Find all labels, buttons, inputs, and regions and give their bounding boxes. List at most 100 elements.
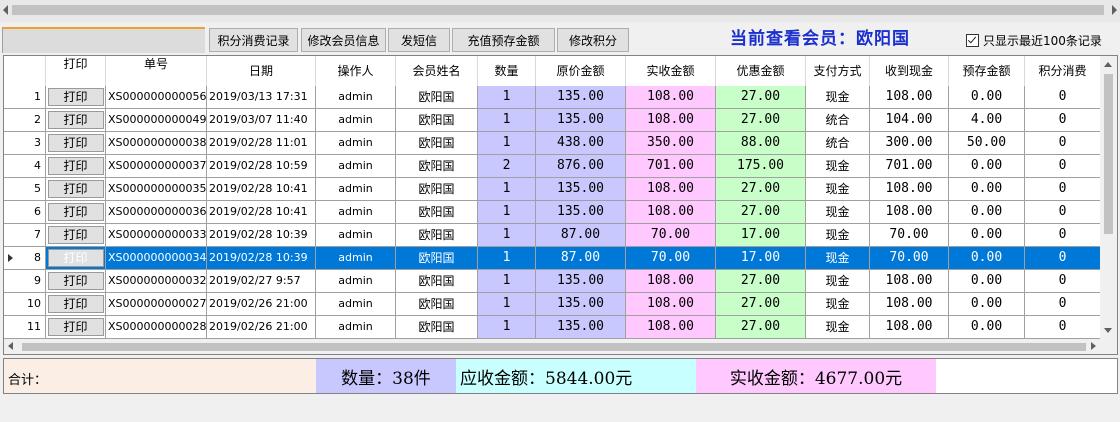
- member-name-cell[interactable]: 欧阳国: [396, 224, 478, 247]
- actual-amount-cell[interactable]: 108.00: [626, 178, 716, 201]
- actual-amount-cell[interactable]: 70.00: [626, 224, 716, 247]
- quantity-cell[interactable]: 1: [478, 270, 536, 293]
- member-name-cell[interactable]: 欧阳国: [396, 132, 478, 155]
- order-no-cell[interactable]: XS000000000049: [106, 109, 207, 132]
- date-cell[interactable]: 2019/02/28 10:39: [207, 224, 316, 247]
- order-no-cell[interactable]: XS000000000056: [106, 86, 207, 109]
- order-no-cell[interactable]: XS000000000036: [106, 201, 207, 224]
- scroll-left-arrow-icon[interactable]: [8, 342, 13, 350]
- points-consumption-cell[interactable]: 0: [1025, 132, 1101, 155]
- row-number[interactable]: 7: [4, 224, 46, 247]
- original-amount-cell[interactable]: 135.00: [536, 270, 626, 293]
- table-row[interactable]: 5 打印 XS000000000035 2019/02/28 10:41 admin 欧阳…: [4, 178, 1101, 201]
- prepaid-amount-cell[interactable]: 0.00: [949, 178, 1025, 201]
- print-button[interactable]: 打印: [47, 226, 104, 244]
- scroll-right-arrow-icon[interactable]: [1112, 5, 1117, 15]
- operator-cell[interactable]: admin: [316, 293, 396, 316]
- quantity-cell[interactable]: 1: [478, 293, 536, 316]
- discount-amount-cell[interactable]: 27.00: [716, 86, 806, 109]
- scroll-down-arrow-icon[interactable]: [1104, 328, 1112, 333]
- payment-method-cell[interactable]: 现金: [806, 293, 870, 316]
- date-cell[interactable]: 2019/02/28 10:59: [207, 155, 316, 178]
- member-name-cell[interactable]: 欧阳国: [396, 247, 478, 270]
- quantity-cell[interactable]: 1: [478, 178, 536, 201]
- order-no-cell[interactable]: XS000000000037: [106, 155, 207, 178]
- payment-method-cell[interactable]: 统合: [806, 132, 870, 155]
- payment-method-cell[interactable]: 现金: [806, 247, 870, 270]
- prepaid-amount-cell[interactable]: 0.00: [949, 316, 1025, 339]
- order-no-cell[interactable]: XS000000000033: [106, 224, 207, 247]
- points-consumption-cell[interactable]: 0: [1025, 224, 1101, 247]
- date-column-header[interactable]: 日期: [207, 56, 316, 86]
- row-number[interactable]: 2: [4, 109, 46, 132]
- order-no-cell[interactable]: XS000000000028: [106, 316, 207, 339]
- original-amount-cell[interactable]: 135.00: [536, 316, 626, 339]
- operator-cell[interactable]: admin: [316, 270, 396, 293]
- cash-received-cell[interactable]: 108.00: [870, 201, 949, 224]
- row-number[interactable]: 4: [4, 155, 46, 178]
- operator-cell[interactable]: admin: [316, 178, 396, 201]
- quantity-cell[interactable]: 1: [478, 201, 536, 224]
- print-button[interactable]: 打印: [47, 249, 104, 267]
- original-amount-cell[interactable]: 87.00: [536, 247, 626, 270]
- actual-amount-cell[interactable]: 701.00: [626, 155, 716, 178]
- discount-amount-cell[interactable]: 17.00: [716, 247, 806, 270]
- table-row[interactable]: 1 打印 XS000000000056 2019/03/13 17:31 admin 欧阳…: [4, 86, 1101, 109]
- date-cell[interactable]: 2019/02/26 21:00: [207, 316, 316, 339]
- original-amount-cell[interactable]: 135.00: [536, 86, 626, 109]
- prepaid-amount-column-header[interactable]: 预存金额: [949, 56, 1025, 86]
- date-cell[interactable]: 2019/02/26 21:00: [207, 293, 316, 316]
- member-name-cell[interactable]: 欧阳国: [396, 316, 478, 339]
- discount-amount-cell[interactable]: 27.00: [716, 293, 806, 316]
- row-number[interactable]: 11: [4, 316, 46, 339]
- date-cell[interactable]: 2019/02/28 10:41: [207, 201, 316, 224]
- grid-horizontal-scrollbar[interactable]: [4, 339, 1100, 354]
- cash-received-cell[interactable]: 70.00: [870, 224, 949, 247]
- row-number[interactable]: 5: [4, 178, 46, 201]
- operator-cell[interactable]: admin: [316, 86, 396, 109]
- original-amount-cell[interactable]: 135.00: [536, 109, 626, 132]
- cash-received-cell[interactable]: 108.00: [870, 178, 949, 201]
- quantity-column-header[interactable]: 数量: [478, 56, 536, 86]
- quantity-cell[interactable]: 1: [478, 132, 536, 155]
- grid-horizontal-scrollbar-thumb[interactable]: [22, 343, 1086, 351]
- payment-method-cell[interactable]: 现金: [806, 270, 870, 293]
- payment-method-cell[interactable]: 现金: [806, 178, 870, 201]
- vertical-scrollbar-thumb[interactable]: [1104, 74, 1113, 234]
- quantity-cell[interactable]: 1: [478, 247, 536, 270]
- edit-member-info-button[interactable]: 修改会员信息: [301, 28, 386, 52]
- original-amount-column-header[interactable]: 原价金额: [536, 56, 626, 86]
- actual-amount-cell[interactable]: 350.00: [626, 132, 716, 155]
- row-number[interactable]: 9: [4, 270, 46, 293]
- row-number[interactable]: 8: [4, 247, 46, 270]
- actual-amount-cell[interactable]: 70.00: [626, 247, 716, 270]
- only-recent-100-checkbox[interactable]: 只显示最近100条记录: [966, 32, 1102, 49]
- quantity-cell[interactable]: 2: [478, 155, 536, 178]
- prepaid-amount-cell[interactable]: 0.00: [949, 247, 1025, 270]
- discount-amount-cell[interactable]: 27.00: [716, 270, 806, 293]
- discount-amount-cell[interactable]: 27.00: [716, 316, 806, 339]
- original-amount-cell[interactable]: 135.00: [536, 293, 626, 316]
- print-button[interactable]: 打印: [47, 295, 104, 313]
- vertical-scrollbar[interactable]: [1100, 56, 1117, 339]
- discount-amount-cell[interactable]: 88.00: [716, 132, 806, 155]
- points-consumption-cell[interactable]: 0: [1025, 86, 1101, 109]
- operator-cell[interactable]: admin: [316, 155, 396, 178]
- payment-method-cell[interactable]: 现金: [806, 316, 870, 339]
- scroll-up-arrow-icon[interactable]: [1104, 62, 1112, 67]
- points-consumption-cell[interactable]: 0: [1025, 316, 1101, 339]
- date-cell[interactable]: 2019/02/28 11:01: [207, 132, 316, 155]
- member-name-cell[interactable]: 欧阳国: [396, 270, 478, 293]
- points-consumption-cell[interactable]: 0: [1025, 155, 1101, 178]
- print-column-header[interactable]: 打印: [46, 56, 106, 86]
- checkbox-checked-icon[interactable]: [966, 34, 979, 47]
- actual-amount-cell[interactable]: 108.00: [626, 86, 716, 109]
- points-consumption-cell[interactable]: 0: [1025, 270, 1101, 293]
- actual-amount-cell[interactable]: 108.00: [626, 316, 716, 339]
- operator-column-header[interactable]: 操作人: [316, 56, 396, 86]
- payment-method-cell[interactable]: 现金: [806, 201, 870, 224]
- table-row[interactable]: 2 打印 XS000000000049 2019/03/07 11:40 admin 欧阳…: [4, 109, 1101, 132]
- order-no-cell[interactable]: XS000000000035: [106, 178, 207, 201]
- discount-amount-cell[interactable]: 27.00: [716, 109, 806, 132]
- quantity-cell[interactable]: 1: [478, 224, 536, 247]
